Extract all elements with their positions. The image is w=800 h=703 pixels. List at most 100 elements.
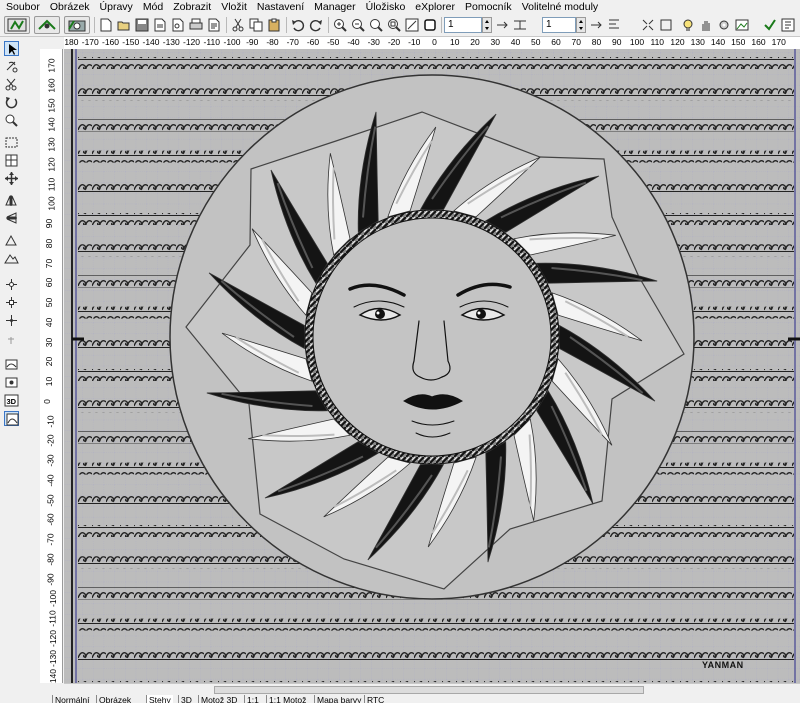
view-tab[interactable]: 3D <box>178 695 194 703</box>
embroidery-design <box>64 49 800 683</box>
density-spin-buttons[interactable] <box>576 17 586 33</box>
apply-length-icon[interactable] <box>494 17 510 33</box>
ruler-tick-label: 130 <box>690 37 705 47</box>
view-tab[interactable]: Mapa barvy <box>314 695 363 703</box>
node-icon[interactable] <box>4 277 19 292</box>
image-icon[interactable] <box>734 17 750 33</box>
node-add-icon[interactable] <box>4 295 19 310</box>
align-icon[interactable] <box>606 17 622 33</box>
cut-icon[interactable] <box>230 17 246 33</box>
ruler-tick-label: -170 <box>81 37 99 47</box>
bulb-icon[interactable] <box>680 17 696 33</box>
document-icon[interactable] <box>206 17 222 33</box>
design-canvas[interactable]: YANMAN <box>64 49 800 683</box>
view-tab[interactable]: 1:1 Motož <box>266 695 308 703</box>
zoom-icon[interactable] <box>4 113 19 128</box>
width-icon[interactable] <box>512 17 528 33</box>
print-icon[interactable] <box>188 17 204 33</box>
hand-icon[interactable] <box>698 17 714 33</box>
menu-item[interactable]: Úložisko <box>361 0 411 14</box>
save-file-icon[interactable] <box>134 17 150 33</box>
undo-icon[interactable] <box>290 17 306 33</box>
ruler-tick-label: -160 <box>101 37 120 47</box>
ruler-tick-label: 0 <box>41 398 52 404</box>
menu-item[interactable]: eXplorer <box>410 0 460 14</box>
print-preview-icon[interactable] <box>170 17 186 33</box>
view-tab[interactable]: Obrázek <box>96 695 133 703</box>
combine-icon[interactable] <box>658 17 674 33</box>
ruler-tick-label: -100 <box>223 37 241 47</box>
stitch-length-spin[interactable]: 1 <box>444 17 482 33</box>
ruler-tick-label: -110 <box>47 610 58 627</box>
view-tab[interactable]: 1:1 <box>244 695 261 703</box>
zoom-all-icon[interactable] <box>386 17 402 33</box>
menu-item[interactable]: Obrázek <box>45 0 95 14</box>
view-tab[interactable]: RTC <box>364 695 386 703</box>
new-design-button[interactable] <box>4 16 30 34</box>
help-icon[interactable] <box>780 17 796 33</box>
pin-icon[interactable] <box>4 335 19 350</box>
grid-icon[interactable] <box>4 153 19 168</box>
wave-border-row <box>78 649 794 662</box>
ruler-tick-label: 10 <box>44 376 55 387</box>
ruler-tick-label: 160 <box>751 37 766 47</box>
ruler-tick-label: 150 <box>46 97 57 113</box>
menu-item[interactable]: Zobrazit <box>168 0 216 14</box>
zoom-fit-icon[interactable] <box>368 17 384 33</box>
menu-item[interactable]: Nastavení <box>252 0 309 14</box>
zoom-out-icon[interactable] <box>350 17 366 33</box>
check-icon[interactable] <box>762 17 778 33</box>
view-tab[interactable]: Normální <box>52 695 91 703</box>
menu-item[interactable]: Manager <box>309 0 360 14</box>
scrollbar-thumb[interactable] <box>214 686 644 694</box>
redo-icon[interactable] <box>308 17 324 33</box>
view-tab[interactable]: Stehy <box>146 695 173 703</box>
copy-icon[interactable] <box>248 17 264 33</box>
stitch-length-spin-buttons[interactable] <box>482 17 492 33</box>
ruler-tick-label: 170 <box>771 37 786 47</box>
menu-item[interactable]: Pomocník <box>460 0 517 14</box>
move-icon[interactable] <box>4 171 19 186</box>
menu-item[interactable]: Soubor <box>0 0 45 14</box>
ruler-tick-label: -130 <box>162 37 180 47</box>
menu-item[interactable]: Volitelné moduly <box>517 0 603 14</box>
camera-button[interactable] <box>64 16 90 34</box>
mountain-icon[interactable] <box>4 251 19 266</box>
settings-icon[interactable] <box>716 17 732 33</box>
menu-item[interactable]: Úpravy <box>95 0 138 14</box>
stitch-tool-button[interactable] <box>34 16 60 34</box>
mirror-vertical-icon[interactable] <box>4 211 19 226</box>
apply-density-icon[interactable] <box>588 17 604 33</box>
ruler-tick-label: -50 <box>45 493 56 507</box>
rectangle-icon[interactable] <box>4 135 19 150</box>
zoom-window-icon[interactable] <box>404 17 420 33</box>
stitch-icon[interactable] <box>4 357 19 372</box>
vertical-ruler: 170 160 150 140 130 120 110 100 90 80 70 60 50 40 30 20… <box>40 49 63 683</box>
new-file-icon[interactable] <box>98 17 114 33</box>
split-icon[interactable] <box>640 17 656 33</box>
ruler-tick-label: 130 <box>46 137 57 152</box>
density-spin[interactable]: 1 <box>542 17 576 33</box>
ruler-tick-label: 60 <box>44 278 55 288</box>
lasso-icon[interactable] <box>4 59 19 74</box>
node-delete-icon[interactable] <box>4 313 19 328</box>
ruler-tick-label: -70 <box>45 533 56 546</box>
menu-item[interactable]: Vložit <box>216 0 252 14</box>
3d-icon[interactable]: 3D <box>4 393 19 408</box>
realistic-view-icon[interactable] <box>4 411 19 426</box>
scissors-icon[interactable] <box>4 77 19 92</box>
save-as-icon[interactable] <box>152 17 168 33</box>
view-tab[interactable]: Motož 3D <box>198 695 239 703</box>
paste-icon[interactable] <box>266 17 282 33</box>
zoom-in-icon[interactable] <box>332 17 348 33</box>
mirror-icon[interactable] <box>4 193 19 208</box>
menu-item[interactable]: Mód <box>138 0 168 14</box>
shape-icon[interactable] <box>4 233 19 248</box>
ruler-tick-label: -150 <box>122 37 140 47</box>
stop-icon[interactable] <box>422 17 438 33</box>
arrow-icon[interactable] <box>4 41 19 56</box>
rotate-icon[interactable] <box>4 95 19 110</box>
view-icon[interactable] <box>4 375 19 390</box>
ruler-tick-label: 80 <box>44 238 55 248</box>
open-file-icon[interactable] <box>116 17 132 33</box>
